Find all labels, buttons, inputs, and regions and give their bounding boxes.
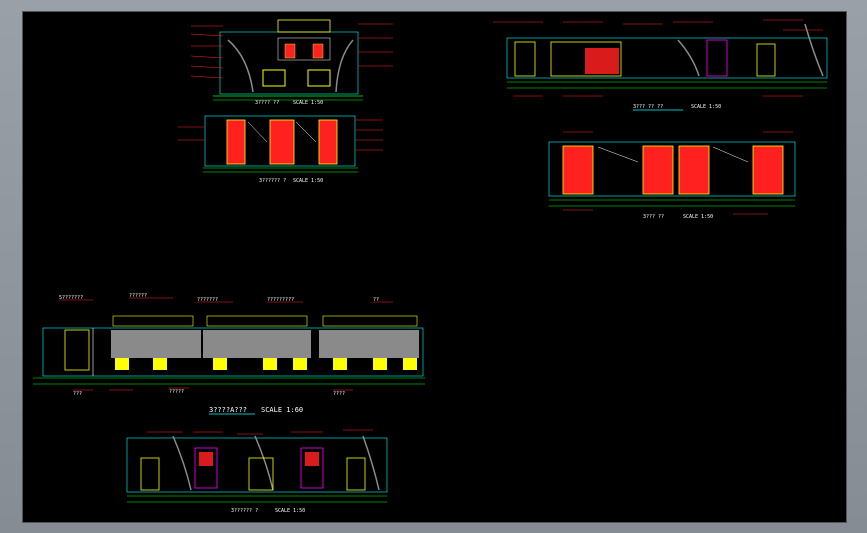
drawing-title: 3??? ?? ?? — [633, 104, 663, 110]
callout: ????????? — [267, 297, 294, 303]
cad-model-viewport[interactable]: 3???? ?? SCALE 1:50 3?????? ? SCALE 1:50 — [22, 11, 847, 523]
elevation-top-left-a: 3???? ?? SCALE 1:50 — [190, 19, 393, 106]
drawing-title: 3?????? ? — [231, 508, 258, 514]
elevation-bottom: 3?????? ? SCALE 1:50 — [126, 429, 388, 514]
callout: ??? — [73, 391, 82, 397]
drawing-scale: SCALE 1:50 — [683, 214, 713, 220]
cad-drawing-canvas[interactable]: 3???? ?? SCALE 1:50 3?????? ? SCALE 1:50 — [23, 12, 846, 522]
elevation-mid-left: 5??????? ?????? ??????? ????????? ?? ???… — [33, 293, 425, 415]
drawing-title: 3??? ?? — [643, 214, 664, 220]
drawing-scale: SCALE 1:60 — [261, 406, 303, 414]
callout: 5??????? — [59, 295, 83, 301]
elevation-top-right-a: 3??? ?? ?? SCALE 1:50 — [493, 19, 828, 111]
drawing-title: 3????A??? — [209, 406, 247, 414]
callout: ?????? — [129, 293, 147, 299]
drawing-scale: SCALE 1:50 — [275, 508, 305, 514]
drawing-scale: SCALE 1:50 — [691, 104, 721, 110]
callout: ???? — [333, 391, 345, 397]
elevation-top-right-b: 3??? ?? SCALE 1:50 — [548, 131, 796, 220]
callout: ??????? — [197, 297, 218, 303]
drawing-title: 3???? ?? — [255, 100, 279, 106]
drawing-scale: SCALE 1:50 — [293, 100, 323, 106]
drawing-scale: SCALE 1:50 — [293, 178, 323, 184]
elevation-top-left-b: 3?????? ? SCALE 1:50 — [178, 115, 383, 184]
drawing-title: 3?????? ? — [259, 178, 286, 184]
callout: ????? — [169, 389, 184, 395]
callout: ?? — [373, 297, 379, 303]
